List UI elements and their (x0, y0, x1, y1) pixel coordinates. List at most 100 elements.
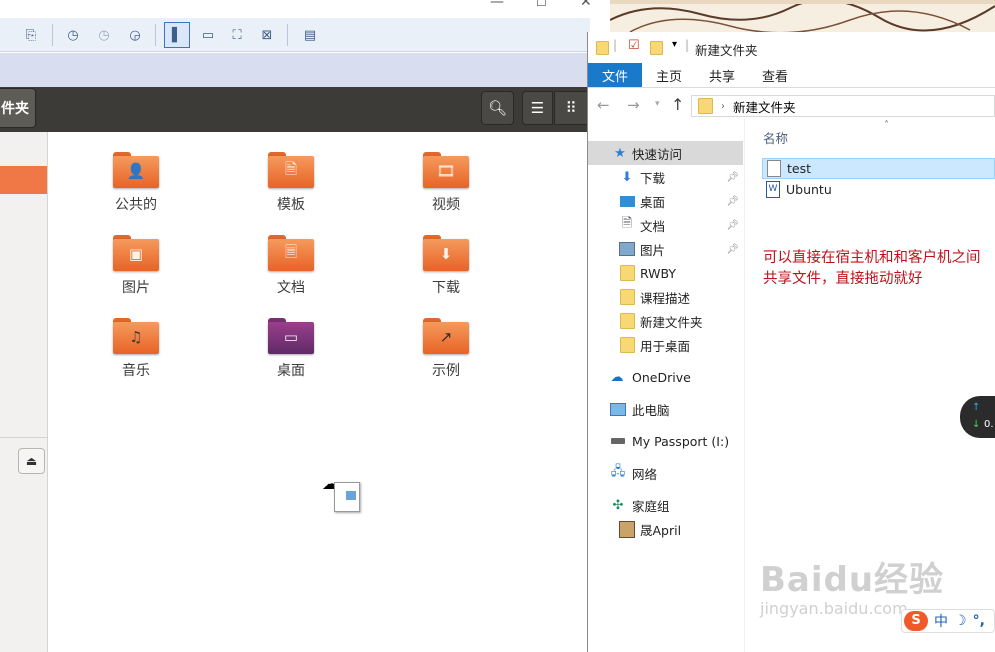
nav-label: RWBY (640, 265, 677, 281)
folder-label: 示例 (432, 363, 460, 379)
watermark-main: Baidu经验 (760, 560, 945, 600)
nav-label: 新建文件夹 (640, 314, 703, 330)
nav-item-for-desktop[interactable]: 用于桌面 (588, 333, 743, 357)
fullscreen-icon[interactable]: ⛶ (224, 22, 250, 48)
folder-icon (619, 313, 635, 329)
network-speed-widget[interactable]: ↑ ↓ 0. (960, 396, 995, 438)
user-avatar (619, 520, 635, 538)
tab-file[interactable]: 文件 (588, 63, 642, 87)
tab-share[interactable]: 共享 (709, 63, 735, 87)
view-tab-icon[interactable]: ▤ (297, 22, 323, 48)
search-button[interactable]: 🔍︎ (481, 91, 514, 125)
nav-label: My Passport (I:) (632, 433, 730, 449)
folder-label: 文档 (277, 280, 305, 296)
close-icon[interactable]: ✕ (580, 0, 592, 10)
vm-tab-band (0, 53, 590, 87)
sort-up-icon: ˄ (884, 120, 889, 131)
unity-icon[interactable]: ⊠ (254, 22, 280, 48)
folder-downloads[interactable]: ⬇ 下载 (401, 231, 491, 311)
videos-folder-icon: 🎞 (436, 162, 456, 180)
tab-view[interactable]: 查看 (762, 63, 788, 87)
recent-chevron-icon[interactable]: ▾ (655, 99, 660, 109)
desktop-icon (619, 193, 635, 209)
revert-snapshot-icon[interactable]: ◷ (91, 22, 117, 48)
nav-user[interactable]: 晟April (588, 517, 743, 541)
thumbnail-icon[interactable]: ▭ (195, 22, 221, 48)
column-header-name[interactable]: 名称 (763, 128, 788, 147)
new-folder-icon[interactable] (650, 41, 663, 55)
nav-item-course[interactable]: 课程描述 (588, 285, 743, 309)
nav-passport-drive[interactable]: My Passport (I:) (588, 429, 743, 453)
nav-item-desktop[interactable]: 桌面 📌︎ (588, 189, 743, 213)
upload-arrow-icon: ↑ (972, 402, 981, 413)
forward-arrow-icon[interactable]: → (627, 96, 640, 114)
snapshot-manager-icon[interactable]: ◶ (122, 22, 148, 48)
folder-public[interactable]: 👤 公共的 (91, 148, 181, 228)
ribbon-tabs (588, 63, 995, 88)
ime-toolbar[interactable]: S 中 ☽ °, (901, 609, 995, 633)
nav-item-pictures[interactable]: 图片 📌︎ (588, 237, 743, 261)
snapshot-icon[interactable]: ⎘ (18, 22, 44, 48)
back-arrow-icon[interactable]: ← (597, 96, 610, 114)
tab-home[interactable]: 主页 (656, 63, 682, 87)
list-view-button[interactable]: ☰ (522, 91, 553, 125)
folder-desktop[interactable]: ▭ 桌面 (246, 314, 336, 394)
vm-toolbar (0, 18, 590, 52)
nav-quick-access[interactable]: ★ 快速访问 (588, 141, 743, 165)
nav-onedrive[interactable]: ☁ OneDrive (588, 365, 743, 389)
folder-templates[interactable]: 🗎 模板 (246, 148, 336, 228)
half-width-icon[interactable]: ☽ (954, 613, 967, 629)
nav-item-downloads[interactable]: ⬇ 下载 📌︎ (588, 165, 743, 189)
folder-icon (619, 337, 635, 353)
folder-icon (619, 289, 635, 305)
window-title: 新建文件夹 (695, 43, 758, 58)
nav-label: 快速访问 (632, 146, 683, 162)
grid-view-button[interactable]: ⠿ (554, 91, 588, 125)
file-row[interactable]: W Ubuntu (762, 179, 995, 200)
folder-icon (619, 265, 635, 281)
nav-item-new-folder[interactable]: 新建文件夹 (588, 309, 743, 333)
sidebar-selected-item[interactable] (0, 166, 47, 194)
minimize-icon[interactable]: — (490, 0, 504, 10)
folder-label: 桌面 (277, 363, 305, 379)
folder-documents[interactable]: 🗏 文档 (246, 231, 336, 311)
pin-icon[interactable]: 📌︎ (726, 244, 739, 255)
address-bar[interactable]: › 新建文件夹 (691, 95, 995, 117)
up-arrow-icon[interactable]: ↑ (671, 95, 684, 114)
nav-network[interactable]: 🖧 网络 (588, 461, 743, 485)
nav-homegroup[interactable]: ✣ 家庭组 (588, 493, 743, 517)
path-button[interactable]: 件夹 (0, 88, 36, 128)
nav-label: 文档 (640, 218, 666, 234)
file-row[interactable]: test (762, 158, 995, 179)
net-speed-value: 0. (984, 419, 994, 430)
nav-item-rwby[interactable]: RWBY (588, 261, 743, 285)
folder-pictures[interactable]: ▣ 图片 (91, 231, 181, 311)
console-view-icon[interactable]: ▌ (164, 22, 190, 48)
pin-icon[interactable]: 📌︎ (726, 196, 739, 207)
nav-this-pc[interactable]: 此电脑 (588, 397, 743, 421)
eject-button[interactable]: ⏏ (18, 448, 45, 474)
star-icon: ★ (614, 145, 626, 161)
pin-icon[interactable]: 📌︎ (726, 172, 739, 183)
nav-label: 晟April (640, 522, 682, 538)
nav-label: 家庭组 (632, 498, 670, 514)
nav-item-documents[interactable]: 🗎 文档 📌︎ (588, 213, 743, 237)
examples-folder-icon: ↗ (439, 328, 453, 346)
ime-mode[interactable]: 中 (934, 611, 948, 631)
maximize-icon[interactable]: ☐ (536, 0, 547, 9)
folder-label: 视频 (432, 197, 460, 213)
pin-icon[interactable]: 📌︎ (726, 220, 739, 231)
nav-label: 用于桌面 (640, 338, 691, 354)
chevron-down-icon[interactable]: ▾ (672, 39, 677, 50)
document-icon: 🗎 (621, 216, 633, 231)
folder-examples[interactable]: ↗ 示例 (401, 314, 491, 394)
properties-icon[interactable]: ☑ (628, 38, 640, 53)
punctuation-icon[interactable]: °, (973, 613, 985, 629)
folder-videos[interactable]: 🎞 视频 (401, 148, 491, 228)
cloud-icon: ☁ (610, 369, 624, 385)
folder-music[interactable]: ♫ 音乐 (91, 314, 181, 394)
annotation-text: 可以直接在宿主机和和客户机之间共享文件，直接拖动就好 (763, 250, 981, 287)
take-snapshot-icon[interactable]: ◷ (60, 22, 86, 48)
background-image (609, 0, 995, 34)
sogou-logo-icon: S (904, 611, 928, 631)
